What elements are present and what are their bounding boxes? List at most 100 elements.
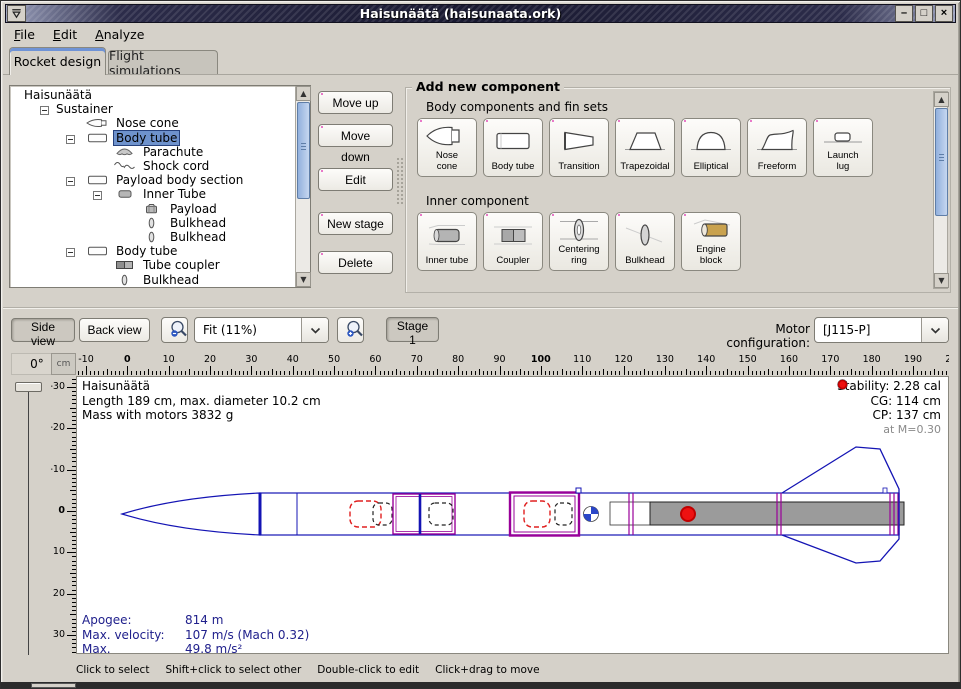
- side-view-button[interactable]: Side view: [11, 318, 75, 342]
- add-engine-block-button[interactable]: Engine block: [681, 212, 741, 271]
- flight-stat-row: Apogee:814 m: [82, 613, 309, 628]
- add-coupler-button[interactable]: Coupler: [483, 212, 543, 271]
- zoom-out-icon: [168, 319, 189, 340]
- tree-row: Body tube: [10, 131, 294, 145]
- tree-scrollbar[interactable]: ▲ ▼: [295, 86, 310, 287]
- splitter-handle[interactable]: [396, 157, 403, 205]
- ruler-label: 160: [780, 354, 798, 365]
- flight-stat-row: Max. acceleration:49.8 m/s²: [82, 642, 309, 654]
- status-hint: Double-click to edit: [317, 664, 419, 676]
- scroll-up-icon[interactable]: ▲: [934, 92, 949, 107]
- scroll-down-icon[interactable]: ▼: [934, 273, 949, 288]
- rotation-slider-handle[interactable]: [15, 382, 42, 392]
- tree-item-body-tube[interactable]: Body tube: [114, 244, 179, 258]
- motor-configuration-select[interactable]: [J115-P]: [814, 317, 949, 343]
- motor-configuration-value: [J115-P]: [815, 323, 921, 337]
- menu-file[interactable]: File: [5, 25, 44, 44]
- back-view-button[interactable]: Back view: [79, 318, 150, 342]
- menu-edit[interactable]: Edit: [44, 25, 86, 44]
- tree-item-inner-tube[interactable]: Inner Tube: [141, 187, 208, 201]
- tree-item-tube-coupler[interactable]: Tube coupler: [141, 258, 222, 272]
- tree-item-sustainer[interactable]: Sustainer: [54, 102, 115, 116]
- flight-stat-value: 814 m: [185, 613, 223, 628]
- scroll-down-icon[interactable]: ▼: [296, 272, 311, 287]
- minimize-button[interactable]: –: [895, 5, 913, 22]
- window-menu-button[interactable]: [7, 5, 26, 22]
- ruler-label: 10: [53, 546, 65, 557]
- add-component-panel: Add new component Body components and fi…: [405, 87, 951, 293]
- menu-analyze[interactable]: Analyze: [86, 25, 153, 44]
- tree-row: Payload body section: [10, 173, 294, 187]
- rocket-info: HaisunäätäLength 189 cm, max. diameter 1…: [82, 379, 321, 423]
- tree-scrollbar-thumb[interactable]: [297, 102, 310, 199]
- ruler-label: 140: [697, 354, 715, 365]
- zoom-out-button[interactable]: [161, 317, 188, 343]
- stability-info: Stability: 2.28 cal CG: 114 cm CP: 137 c…: [837, 379, 941, 437]
- bodytube-icon: [85, 132, 110, 144]
- ruler-label: 40: [287, 354, 299, 365]
- delete-button[interactable]: Delete: [318, 251, 393, 274]
- add-trapezoidal-button[interactable]: Trapezoidal: [615, 118, 675, 177]
- resize-grip[interactable]: [31, 683, 76, 688]
- horizontal-ruler: -100102030405060708090100110120130140150…: [76, 353, 949, 375]
- add-centering-ring-button[interactable]: Centering ring: [549, 212, 609, 271]
- edit-button[interactable]: Edit: [318, 168, 393, 191]
- add-launch-lug-button[interactable]: Launch lug: [813, 118, 873, 177]
- tree-row: Sustainer: [10, 102, 294, 116]
- new-stage-button[interactable]: New stage: [318, 212, 393, 235]
- component-label: Transition: [557, 162, 600, 175]
- rocket-info-line: Haisunäätä: [82, 379, 321, 394]
- maximize-button[interactable]: □: [915, 5, 933, 22]
- move-up-button[interactable]: Move up: [318, 91, 393, 114]
- bulkhead-icon: [139, 231, 164, 243]
- stage-1-toggle[interactable]: Stage 1: [386, 317, 439, 342]
- add-freeform-button[interactable]: Freeform: [747, 118, 807, 177]
- rotation-slider-track[interactable]: [28, 383, 29, 655]
- cp-value: CP: 137 cm: [873, 408, 941, 423]
- tree-item-bulkhead[interactable]: Bulkhead: [141, 273, 201, 287]
- tree-row: Tube coupler: [10, 258, 294, 272]
- tree-item-payload-body-section[interactable]: Payload body section: [114, 173, 245, 187]
- add-panel-scrollbar-thumb[interactable]: [935, 108, 948, 216]
- zoom-level-value: Fit (11%): [195, 323, 301, 337]
- motor-configuration-label: Motor configuration:: [691, 322, 810, 350]
- add-body-tube-button[interactable]: Body tube: [483, 118, 543, 177]
- add-transition-button[interactable]: Transition: [549, 118, 609, 177]
- cg-value: CG: 114 cm: [870, 394, 941, 409]
- tree-row: Bulkhead: [10, 273, 294, 287]
- tree-item-nose-cone[interactable]: Nose cone: [114, 116, 181, 130]
- add-inner-tube-button[interactable]: Inner tube: [417, 212, 477, 271]
- flight-stat-label: Max. acceleration:: [82, 642, 185, 654]
- add-panel-scrollbar[interactable]: ▲ ▼: [933, 91, 948, 289]
- ruler-label: 110: [573, 354, 591, 365]
- innertube-icon: [112, 188, 137, 200]
- tree-item-haisunäätä[interactable]: Haisunäätä: [22, 88, 94, 102]
- add-bulkhead-button[interactable]: Bulkhead: [615, 212, 675, 271]
- trapezoidal-icon: [622, 126, 668, 156]
- add-elliptical-button[interactable]: Elliptical: [681, 118, 741, 177]
- tree-item-parachute[interactable]: Parachute: [141, 145, 205, 159]
- close-button[interactable]: ×: [935, 5, 953, 22]
- launchlug-icon: [820, 121, 866, 151]
- zoom-in-button[interactable]: [337, 317, 364, 343]
- tab-rocket-design[interactable]: Rocket design: [9, 47, 106, 75]
- title-bar: Haisunäätä (haisunaata.ork) – □ ×: [5, 4, 956, 23]
- scroll-up-icon[interactable]: ▲: [296, 86, 311, 101]
- bulkhead-icon: [622, 220, 668, 250]
- zoom-level-select[interactable]: Fit (11%): [194, 317, 329, 343]
- add-nose-cone-button[interactable]: Nose cone: [417, 118, 477, 177]
- tab-flight-simulations[interactable]: Flight simulations: [108, 50, 218, 75]
- group-label: Inner component: [426, 194, 529, 208]
- component-label: Elliptical: [693, 162, 730, 175]
- tree-item-shock-cord[interactable]: Shock cord: [141, 159, 211, 173]
- tree-item-bulkhead[interactable]: Bulkhead: [168, 230, 228, 244]
- tree-item-payload[interactable]: Payload: [168, 202, 219, 216]
- tree-item-body-tube[interactable]: Body tube: [114, 131, 179, 145]
- tree-item-bulkhead[interactable]: Bulkhead: [168, 216, 228, 230]
- status-bar: Click to selectShift+click to select oth…: [76, 664, 540, 676]
- component-label: Inner tube: [425, 256, 470, 269]
- move-down-button[interactable]: Move down: [318, 124, 393, 147]
- rocket-canvas[interactable]: HaisunäätäLength 189 cm, max. diameter 1…: [76, 376, 949, 654]
- window-bottom-edge: [1, 682, 960, 688]
- ruler-label: 90: [493, 354, 505, 365]
